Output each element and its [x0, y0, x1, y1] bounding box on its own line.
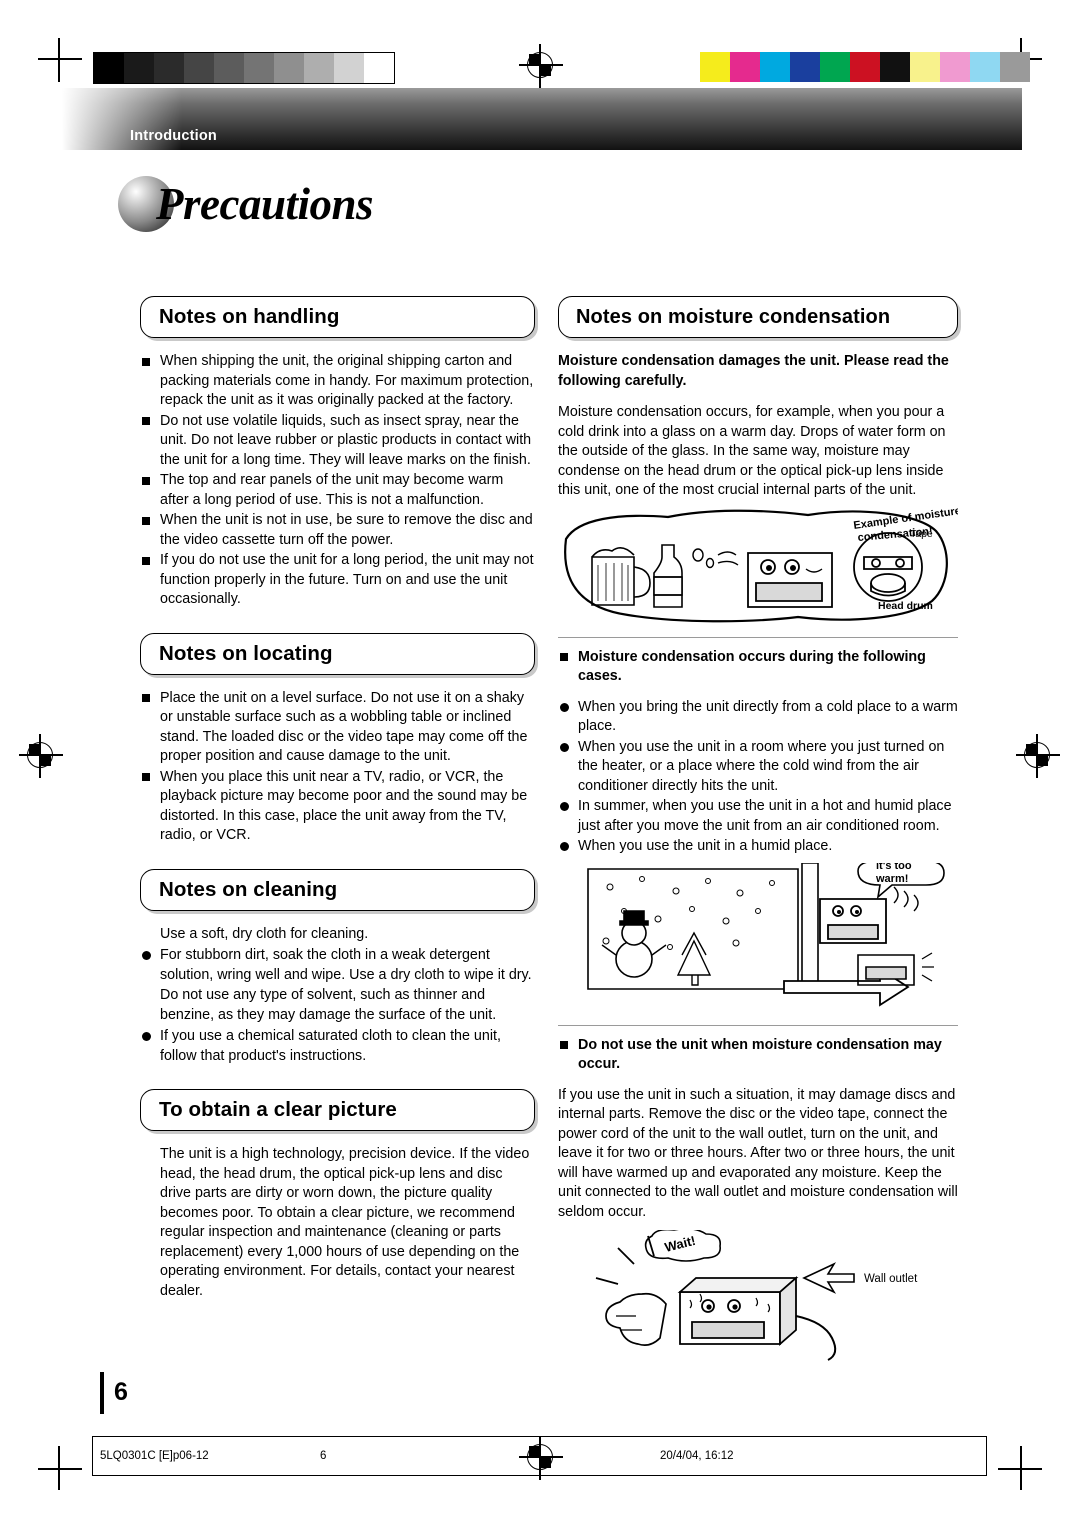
section-label: Introduction: [130, 128, 217, 144]
list-item: For stubborn dirt, soak the cloth in a w…: [140, 946, 535, 985]
color-calibration-bar: [700, 52, 1030, 82]
cleaning-intro: Use a soft, dry cloth for cleaning.: [160, 925, 369, 942]
left-column: Notes on handling When shipping the unit…: [140, 296, 535, 1303]
footer-rule-top: [92, 1436, 987, 1437]
crop-mark-bottom-left-h: [38, 1468, 82, 1470]
swatch-gray: [334, 53, 364, 83]
swatch-gray: [274, 53, 304, 83]
list-item: When you place this unit near a TV, radi…: [140, 768, 535, 846]
page-number: 6: [114, 1378, 128, 1406]
list-item: Place the unit on a level surface. Do no…: [140, 689, 535, 767]
swatch-light-magenta: [940, 52, 970, 82]
heading-notes-on-locating: Notes on locating: [140, 632, 535, 675]
footer-file-name: 5LQ0301C [E]p06-12: [100, 1450, 209, 1462]
swatch-gray: [124, 53, 154, 83]
page-number-group: 6: [100, 1372, 128, 1414]
footer-left-edge: [92, 1436, 93, 1476]
registration-mark-bottom: [519, 1436, 563, 1480]
crop-mark-bottom-left-v: [58, 1446, 60, 1490]
swatch-gray: [184, 53, 214, 83]
grayscale-calibration-bar: [93, 52, 395, 84]
clear-picture-body: The unit is a high technology, precision…: [160, 1146, 530, 1299]
registration-mark-left: [19, 734, 63, 778]
heading-text: Notes on moisture condensation: [576, 305, 891, 328]
swatch-gray: [154, 53, 184, 83]
page-title: Precautions: [156, 179, 374, 229]
list-item: The top and rear panels of the unit may …: [140, 471, 535, 510]
footer-page: 6: [320, 1450, 327, 1462]
figure-wall-outlet: Wait! Wall outlet: [558, 1227, 958, 1365]
swatch-gray: [244, 53, 274, 83]
heading-notes-on-handling: Notes on handling: [140, 296, 535, 338]
registration-mark-top: [519, 44, 563, 88]
right-column: Notes on moisture condensation Moisture …: [558, 296, 962, 1365]
divider-2: [558, 1024, 958, 1026]
swatch-gray: [304, 53, 334, 83]
registration-mark-right: [1016, 734, 1060, 778]
crop-mark-top-left-v: [58, 38, 60, 82]
swatch-gray: [214, 53, 244, 83]
page-title-group: Precautions: [118, 176, 374, 232]
list-item: Do not use volatile liquids, such as ins…: [140, 412, 535, 471]
footer-rule-bottom: [92, 1475, 987, 1476]
swatch-blue: [790, 52, 820, 82]
figure1-tape-label: Tape: [910, 528, 933, 540]
moisture-cases-heading-list: Moisture condensation occurs during the …: [558, 648, 958, 687]
swatch-gray: [364, 53, 394, 83]
list-item: If you use a chemical saturated cloth to…: [140, 1027, 535, 1066]
swatch-cyan: [760, 52, 790, 82]
footer-timestamp: 20/4/04, 16:12: [660, 1450, 734, 1462]
swatch-black: [880, 52, 910, 82]
heading-text: Notes on cleaning: [159, 877, 338, 901]
figure1-head-drum-label: Head drum: [878, 600, 933, 612]
swatch-gray: [94, 53, 124, 83]
figure2-speech-line2: warm!: [875, 873, 908, 885]
list-item: When shipping the unit, the original shi…: [140, 352, 535, 411]
list-item: When you bring the unit directly from a …: [558, 698, 958, 737]
cleaning-bullet-list-1: For stubborn dirt, soak the cloth in a w…: [140, 946, 535, 985]
crop-mark-bottom-right-v: [1020, 1446, 1022, 1490]
swatch-red: [850, 52, 880, 82]
swatch-light-cyan: [970, 52, 1000, 82]
swatch-green: [820, 52, 850, 82]
list-item: When you use the unit in a humid place.: [558, 837, 958, 857]
cleaning-note: Do not use any type of solvent, such as …: [160, 987, 497, 1023]
list-item: If you do not use the unit for a long pe…: [140, 551, 535, 610]
moisture-warning-body: If you use the unit in such a situation,…: [558, 1086, 958, 1220]
heading-text: Notes on handling: [159, 305, 340, 328]
swatch-magenta: [730, 52, 760, 82]
moisture-warning-heading-list: Do not use the unit when moisture conden…: [558, 1036, 958, 1075]
swatch-gray-mid: [1000, 52, 1030, 82]
heading-notes-on-moisture-condensation: Notes on moisture condensation: [558, 296, 958, 338]
swatch-yellow: [700, 52, 730, 82]
figure-moisture-condensation-example: Example of moisture condensation! Tape H…: [558, 505, 962, 625]
warning-heading: Do not use the unit when moisture conden…: [558, 1036, 958, 1075]
list-item: In summer, when you use the unit in a ho…: [558, 797, 958, 836]
figure-cold-to-warm: it's too warm!: [558, 860, 958, 1013]
divider: [558, 636, 958, 638]
list-item: When you use the unit in a room where yo…: [558, 738, 958, 797]
heading-text: Notes on locating: [159, 641, 333, 665]
cleaning-bullet-list-2: If you use a chemical saturated cloth to…: [140, 1027, 535, 1066]
heading-notes-on-cleaning: Notes on cleaning: [140, 868, 535, 911]
swatch-light-yellow: [910, 52, 940, 82]
figure2-speech-line1: it's too: [876, 863, 912, 872]
handling-bullet-list: When shipping the unit, the original shi…: [140, 352, 535, 610]
heading-text: To obtain a clear picture: [159, 1098, 397, 1121]
figure3-outlet-label: Wall outlet: [864, 1273, 918, 1285]
moisture-body: Moisture condensation occurs, for exampl…: [558, 404, 946, 498]
crop-mark-top-left-h: [38, 58, 82, 60]
moisture-lead: Moisture condensation damages the unit. …: [558, 353, 949, 389]
heading-to-obtain-a-clear-picture: To obtain a clear picture: [140, 1089, 535, 1131]
footer-right-edge: [986, 1436, 987, 1476]
list-item: When the unit is not in use, be sure to …: [140, 511, 535, 550]
page-number-bar: [100, 1372, 104, 1414]
moisture-cases-list: When you bring the unit directly from a …: [558, 698, 958, 857]
locating-bullet-list: Place the unit on a level surface. Do no…: [140, 689, 535, 846]
cases-heading: Moisture condensation occurs during the …: [558, 648, 958, 687]
